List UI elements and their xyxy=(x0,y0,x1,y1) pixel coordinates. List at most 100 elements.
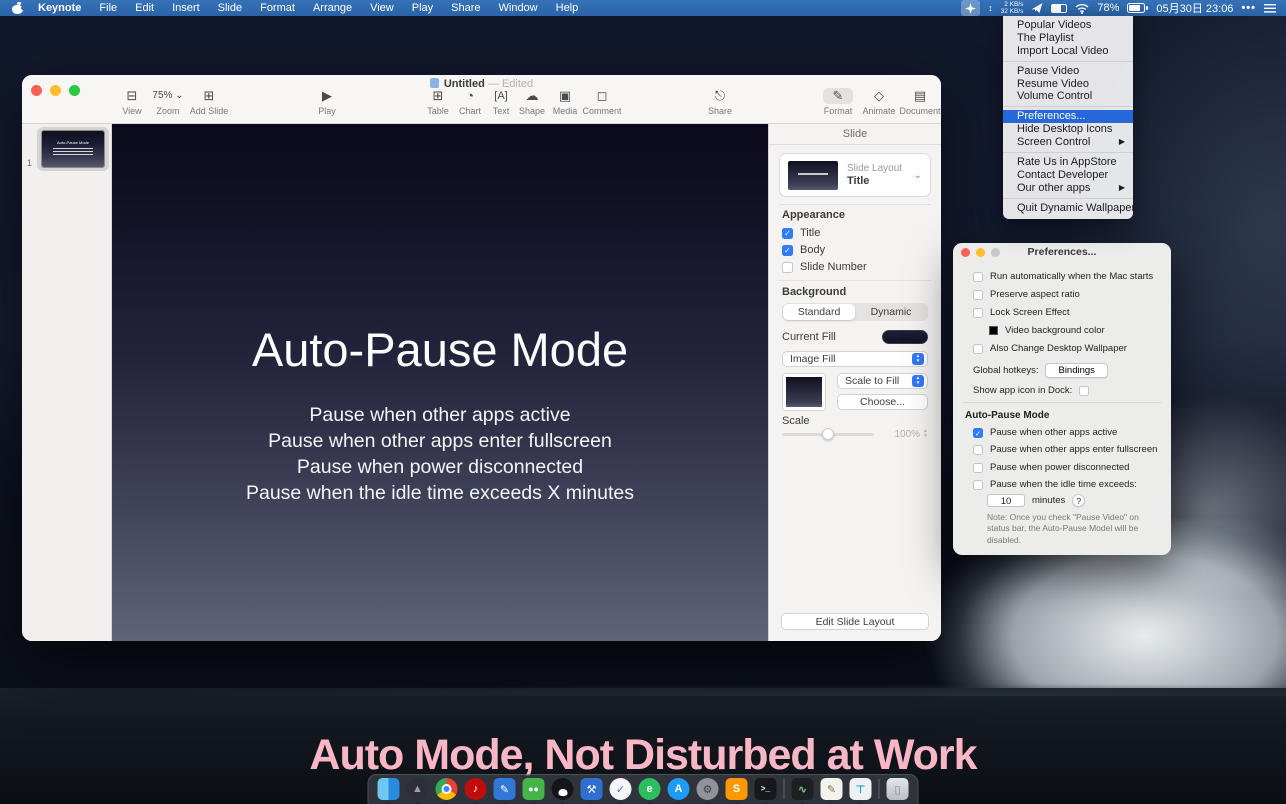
close-button[interactable] xyxy=(31,85,42,96)
color-well-icon[interactable] xyxy=(989,326,998,335)
minimize-button[interactable] xyxy=(50,85,61,96)
slide-canvas[interactable]: Auto-Pause Mode Pause when other apps ac… xyxy=(112,124,768,641)
checkbox-pause-apps-active[interactable]: ✓ Pause when other apps active xyxy=(973,427,1117,438)
close-button[interactable] xyxy=(961,248,970,257)
toolbar-format-button[interactable]: ✎ Format xyxy=(815,88,861,116)
menu-share[interactable]: Share xyxy=(442,0,489,16)
dock-netease-music-icon[interactable]: ♪ xyxy=(465,778,487,800)
document-proxy-icon[interactable] xyxy=(430,78,439,88)
wifi-icon[interactable] xyxy=(1075,1,1089,15)
menu-play[interactable]: Play xyxy=(403,0,442,16)
dock-things-icon[interactable]: ✓ xyxy=(610,778,632,800)
menu-item-rate-us[interactable]: Rate Us in AppStore xyxy=(1003,156,1133,169)
updown-arrows-icon[interactable]: ↕ xyxy=(988,1,993,15)
show-dock-icon-row[interactable]: Show app icon in Dock: xyxy=(973,385,1089,396)
panel-tab-slide[interactable]: Slide xyxy=(769,124,941,145)
toolbar-document-button[interactable]: ▤ Document xyxy=(897,88,941,116)
menu-format[interactable]: Format xyxy=(251,0,304,16)
menu-item-the-playlist[interactable]: The Playlist xyxy=(1003,32,1133,45)
menu-item-screen-control[interactable]: Screen Control▶ xyxy=(1003,136,1133,149)
bindings-button[interactable]: Bindings xyxy=(1045,363,1107,378)
keyboard-battery-widget-icon[interactable] xyxy=(1051,1,1067,15)
menu-slide[interactable]: Slide xyxy=(209,0,251,16)
toolbar-animate-button[interactable]: ◇ Animate xyxy=(856,88,902,116)
fill-image-thumbnail[interactable] xyxy=(782,373,826,411)
checkbox-lock-screen-effect[interactable]: Lock Screen Effect xyxy=(973,307,1070,318)
dock-chrome-icon[interactable] xyxy=(436,778,458,800)
toolbar-zoom-control[interactable]: 75% ⌄ Zoom xyxy=(145,88,191,116)
scale-mode-select[interactable]: Scale to Fill ▲▼ xyxy=(837,373,928,389)
dock-sublime-text-icon[interactable]: S xyxy=(726,778,748,800)
minimize-button[interactable] xyxy=(976,248,985,257)
dock-textedit-icon[interactable]: ✎ xyxy=(821,778,843,800)
menu-help[interactable]: Help xyxy=(547,0,588,16)
scale-slider[interactable] xyxy=(782,433,874,436)
help-button[interactable]: ? xyxy=(1072,494,1085,507)
video-background-color-well[interactable]: Video background color xyxy=(989,325,1105,336)
checkbox-pause-power[interactable]: Pause when power disconnected xyxy=(973,462,1129,473)
network-speed-indicator[interactable]: 2 KB/s 32 KB/s xyxy=(1001,1,1024,16)
menu-item-popular-videos[interactable]: Popular Videos xyxy=(1003,19,1133,32)
menu-app-name[interactable]: Keynote xyxy=(29,0,90,16)
toolbar-play-button[interactable]: ▶ Play xyxy=(304,88,350,116)
slide-layout-selector[interactable]: Slide Layout Title ⌄ xyxy=(779,153,931,197)
menu-item-our-other-apps[interactable]: Our other apps▶ xyxy=(1003,182,1133,195)
list-menu-icon[interactable] xyxy=(1264,1,1276,15)
dock-trash-icon[interactable]: ▯ xyxy=(887,778,909,800)
dock-evernote-icon[interactable]: e xyxy=(639,778,661,800)
menu-insert[interactable]: Insert xyxy=(163,0,209,16)
dock-finder-icon[interactable] xyxy=(378,778,400,800)
menu-view[interactable]: View xyxy=(361,0,403,16)
scale-stepper-icon[interactable]: ▲▼ xyxy=(923,429,928,440)
toolbar-add-slide-button[interactable]: ⊞ Add Slide xyxy=(186,88,232,116)
apple-menu-icon[interactable] xyxy=(12,2,23,14)
more-status-icon[interactable]: ••• xyxy=(1241,2,1256,14)
menu-arrange[interactable]: Arrange xyxy=(304,0,361,16)
dock-qq-icon[interactable] xyxy=(552,778,574,800)
dock-xcode-icon[interactable]: ⚒ xyxy=(581,778,603,800)
dock-app-store-icon[interactable]: A xyxy=(668,778,690,800)
menu-item-contact-developer[interactable]: Contact Developer xyxy=(1003,169,1133,182)
slider-knob[interactable] xyxy=(822,428,834,440)
dock-drawing-app-icon[interactable]: ✎ xyxy=(494,778,516,800)
fill-type-select[interactable]: Image Fill ▲▼ xyxy=(782,351,928,367)
menu-item-quit[interactable]: Quit Dynamic Wallpaper xyxy=(1003,202,1133,215)
dock-keynote-icon[interactable]: ⊤ xyxy=(850,778,872,800)
checkbox-title[interactable]: ✓ Title xyxy=(782,227,820,239)
checkbox-slide-number[interactable]: Slide Number xyxy=(782,261,867,273)
slide-thumbnail-selected[interactable]: 1 Auto-Pause Mode xyxy=(37,127,109,171)
choose-image-button[interactable]: Choose... xyxy=(837,394,928,410)
menu-bar-clock[interactable]: 05月30日 23:06 xyxy=(1156,0,1233,16)
checkbox-pause-idle[interactable]: Pause when the idle time exceeds: xyxy=(973,479,1137,490)
dock-system-preferences-icon[interactable]: ⚙ xyxy=(697,778,719,800)
menu-window[interactable]: Window xyxy=(490,0,547,16)
zoom-window-button[interactable] xyxy=(69,85,80,96)
paper-plane-icon[interactable] xyxy=(1031,1,1043,15)
segment-standard[interactable]: Standard xyxy=(783,304,855,320)
battery-icon[interactable] xyxy=(1127,1,1148,15)
checkbox-change-desktop-wallpaper[interactable]: Also Change Desktop Wallpaper xyxy=(973,343,1127,354)
toolbar-comment-button[interactable]: ◻ Comment xyxy=(579,88,625,116)
slide-title[interactable]: Auto-Pause Mode xyxy=(112,322,768,377)
dock-activity-monitor-icon[interactable]: ∿ xyxy=(792,778,814,800)
toolbar-share-button[interactable]: ⎋ Share xyxy=(697,88,743,116)
checkbox-run-automatically[interactable]: Run automatically when the Mac starts xyxy=(973,271,1153,282)
edit-slide-layout-button[interactable]: Edit Slide Layout xyxy=(781,613,929,630)
current-fill-swatch[interactable] xyxy=(882,330,928,344)
checkbox-pause-fullscreen[interactable]: Pause when other apps enter fullscreen xyxy=(973,444,1157,455)
dynamic-wallpaper-menu-icon[interactable] xyxy=(961,0,980,16)
menu-item-pause-video[interactable]: Pause Video xyxy=(1003,65,1133,78)
checkbox-preserve-aspect-ratio[interactable]: Preserve aspect ratio xyxy=(973,289,1080,300)
menu-item-hide-desktop-icons[interactable]: Hide Desktop Icons xyxy=(1003,123,1133,136)
slide-body[interactable]: Pause when other apps active Pause when … xyxy=(112,402,768,506)
menu-item-import-local-video[interactable]: Import Local Video xyxy=(1003,45,1133,58)
dock-wechat-icon[interactable]: ●● xyxy=(523,778,545,800)
dock-launchpad-icon[interactable]: ▲ xyxy=(407,778,429,800)
segment-dynamic[interactable]: Dynamic xyxy=(855,304,927,320)
dock-terminal-icon[interactable]: >_ xyxy=(755,778,777,800)
menu-item-resume-video[interactable]: Resume Video xyxy=(1003,78,1133,91)
checkbox-body[interactable]: ✓ Body xyxy=(782,244,825,256)
menu-item-volume-control[interactable]: Volume Control xyxy=(1003,90,1133,103)
menu-edit[interactable]: Edit xyxy=(126,0,163,16)
idle-minutes-input[interactable]: 10 xyxy=(987,494,1025,507)
